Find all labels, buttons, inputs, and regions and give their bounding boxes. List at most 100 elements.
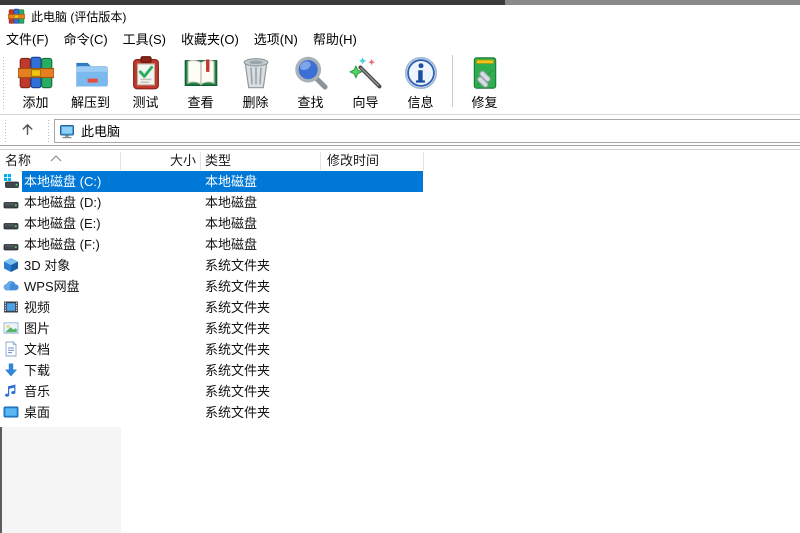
toolbar-separator xyxy=(452,55,453,107)
system-drive-icon xyxy=(3,173,19,189)
window-title: 此电脑 (评估版本) xyxy=(31,10,127,24)
column-separator[interactable] xyxy=(320,152,321,170)
videos-icon xyxy=(3,299,19,315)
list-row-drive-c[interactable]: 本地磁盘 (C:) 本地磁盘 xyxy=(0,171,800,192)
row-name: 本地磁盘 (C:) xyxy=(24,174,102,189)
drive-icon xyxy=(3,215,19,231)
toolbar-button-delete[interactable]: 删除 xyxy=(228,55,283,111)
list-row-drive-d[interactable]: 本地磁盘 (D:) 本地磁盘 xyxy=(0,192,800,213)
list-row-drive-f[interactable]: 本地磁盘 (F:) 本地磁盘 xyxy=(0,234,800,255)
toolbar-button-add[interactable]: 添加 xyxy=(8,55,63,111)
cube-icon xyxy=(3,257,19,273)
row-name: 音乐 xyxy=(24,384,51,399)
toolbar-button-find[interactable]: 查找 xyxy=(283,55,338,111)
winrar-window: 此电脑 (评估版本) 文件(F) 命令(C) 工具(S) 收藏夹(O) 选项(N) 帮助(… xyxy=(0,0,800,533)
toolbar-button-label: 查找 xyxy=(297,95,324,110)
column-separator[interactable] xyxy=(120,152,121,170)
addressbar-grip-left[interactable] xyxy=(5,119,6,142)
list-row-music[interactable]: 音乐 系统文件夹 xyxy=(0,381,800,402)
drive-icon xyxy=(3,194,19,210)
desktop-icon xyxy=(3,404,19,420)
row-type: 系统文件夹 xyxy=(205,363,271,378)
list-row-documents[interactable]: 文档 系统文件夹 xyxy=(0,339,800,360)
column-header-type[interactable]: 类型 xyxy=(205,150,231,172)
find-magnifier-icon xyxy=(293,55,329,91)
repair-icon xyxy=(467,55,503,91)
documents-icon xyxy=(3,341,19,357)
list-row-3d-objects[interactable]: 3D 对象 系统文件夹 xyxy=(0,255,800,276)
row-type: 本地磁盘 xyxy=(205,237,258,252)
column-header-name[interactable]: 名称 xyxy=(5,150,31,172)
extract-folder-icon xyxy=(73,55,109,91)
list-row-desktop[interactable]: 桌面 系统文件夹 xyxy=(0,402,800,423)
toolbar-button-label: 向导 xyxy=(352,95,379,110)
downloads-icon xyxy=(3,362,19,378)
column-separator[interactable] xyxy=(423,152,424,170)
menu-item-help[interactable]: 帮助(H) xyxy=(313,28,357,52)
title-bar: 此电脑 (评估版本) xyxy=(0,5,800,28)
column-header-modified[interactable]: 修改时间 xyxy=(327,150,379,172)
winrar-logo-icon xyxy=(8,8,25,25)
winrar-archive-icon xyxy=(17,55,54,91)
list-row-downloads[interactable]: 下载 系统文件夹 xyxy=(0,360,800,381)
menu-item-file[interactable]: 文件(F) xyxy=(6,28,49,52)
row-name: 本地磁盘 (E:) xyxy=(24,216,101,231)
info-icon xyxy=(403,55,439,91)
toolbar-button-info[interactable]: 信息 xyxy=(393,55,448,111)
row-name: 图片 xyxy=(24,321,51,336)
row-name: 文档 xyxy=(24,342,51,357)
up-button[interactable] xyxy=(11,119,43,143)
toolbar-button-label: 查看 xyxy=(187,95,214,110)
menu-item-options[interactable]: 选项(N) xyxy=(254,28,298,52)
menu-item-favorites[interactable]: 收藏夹(O) xyxy=(181,28,239,52)
toolbar-button-repair[interactable]: 修复 xyxy=(457,55,512,111)
row-name: 本地磁盘 (F:) xyxy=(24,237,100,252)
row-type: 系统文件夹 xyxy=(205,405,271,420)
row-type: 本地磁盘 xyxy=(205,216,258,231)
row-name: 本地磁盘 (D:) xyxy=(24,195,102,210)
cloud-icon xyxy=(3,278,19,294)
music-note-icon xyxy=(3,383,19,399)
row-name: 3D 对象 xyxy=(24,258,71,273)
row-type: 系统文件夹 xyxy=(205,258,271,273)
row-name: WPS网盘 xyxy=(24,279,80,294)
toolbar-button-extract[interactable]: 解压到 xyxy=(63,55,118,111)
sort-ascending-icon xyxy=(50,150,62,162)
menu-item-commands[interactable]: 命令(C) xyxy=(64,28,108,52)
row-type: 本地磁盘 xyxy=(205,195,258,210)
toolbar-button-label: 添加 xyxy=(22,95,49,110)
list-row-drive-e[interactable]: 本地磁盘 (E:) 本地磁盘 xyxy=(0,213,800,234)
row-type: 系统文件夹 xyxy=(205,384,271,399)
row-name: 视频 xyxy=(24,300,51,315)
computer-icon xyxy=(59,123,75,139)
pictures-icon xyxy=(3,320,19,336)
menu-item-tools[interactable]: 工具(S) xyxy=(123,28,166,52)
row-type: 系统文件夹 xyxy=(205,342,271,357)
address-input[interactable]: 此电脑 xyxy=(54,118,800,143)
delete-trash-icon xyxy=(238,55,274,91)
file-list: 本地磁盘 (C:) 本地磁盘 本地磁盘 (D:) 本地磁盘 本地磁盘 (E:) 本地磁盘本… xyxy=(0,171,800,423)
toolbar-grip[interactable] xyxy=(3,57,4,109)
view-book-icon xyxy=(183,55,219,91)
row-type: 系统文件夹 xyxy=(205,300,271,315)
list-row-videos[interactable]: 视频 系统文件夹 xyxy=(0,297,800,318)
column-headers: 名称 大小 类型 修改时间 xyxy=(0,149,800,171)
toolbar-button-wizard[interactable]: 向导 xyxy=(338,55,393,111)
column-separator[interactable] xyxy=(200,152,201,170)
column-header-size[interactable]: 大小 xyxy=(120,150,196,172)
toolbar-button-label: 修复 xyxy=(471,95,498,110)
toolbar: 添加 解压到 测试 查看 删除 查找 向导 信息 修复 xyxy=(0,52,800,115)
list-row-pictures[interactable]: 图片 系统文件夹 xyxy=(0,318,800,339)
toolbar-button-test[interactable]: 测试 xyxy=(118,55,173,111)
row-name: 下载 xyxy=(24,363,51,378)
up-arrow-icon xyxy=(20,122,35,140)
toolbar-button-label: 测试 xyxy=(132,95,159,110)
toolbar-button-label: 信息 xyxy=(407,95,434,110)
toolbar-button-view[interactable]: 查看 xyxy=(173,55,228,111)
list-row-wps-cloud[interactable]: WPS网盘 系统文件夹 xyxy=(0,276,800,297)
row-type: 系统文件夹 xyxy=(205,321,271,336)
wizard-wand-icon xyxy=(348,55,384,91)
menu-bar: 文件(F) 命令(C) 工具(S) 收藏夹(O) 选项(N) 帮助(H) xyxy=(0,28,800,52)
background-panel xyxy=(0,427,121,533)
addressbar-grip-right[interactable] xyxy=(48,119,49,142)
